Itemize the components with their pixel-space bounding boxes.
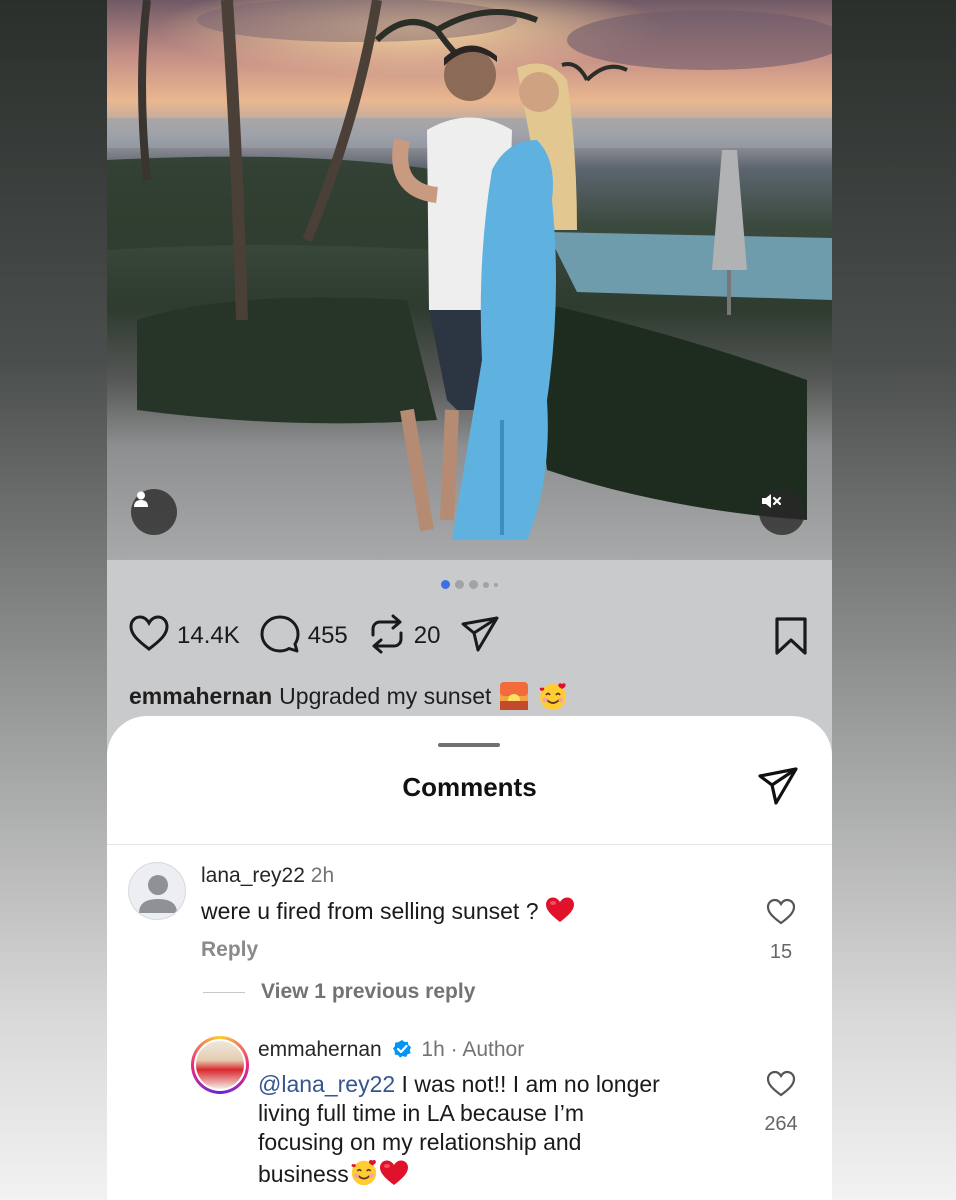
comment-header: lana_rey22 2h [201,864,334,888]
carousel-dot [483,581,489,588]
comment-body-line: living full time in LA because I’m [258,1100,584,1126]
comment-like-count: 15 [769,941,793,963]
comment-text: @lana_rey22 I was not!! I am no longer l… [258,1070,718,1194]
save-button[interactable] [774,616,808,661]
comment-body-line: I was not!! I am no longer [395,1071,660,1097]
post-photo[interactable] [107,0,832,560]
carousel-dot [494,582,498,587]
author-label: Author [462,1038,525,1061]
comment-body-line: focusing on my relationship and [258,1129,582,1155]
comment-like-button[interactable]: 264 [756,1070,806,1136]
reply-button[interactable]: Reply [201,938,258,962]
verified-badge-icon [392,1039,412,1065]
smiling-face-with-hearts-emoji [349,1157,379,1194]
comments-sheet: Comments lana_rey22 2h were u fired from… [107,716,832,1200]
bookmark-icon [774,617,808,660]
carousel-dot-active [441,580,450,589]
heart-icon [766,898,796,931]
author-avatar[interactable] [191,1036,249,1094]
post-screen: 14.4K 455 20 emmahernan Upgraded my suns… [107,0,832,1200]
comment-time: 1h [421,1038,445,1061]
comment-text: were u fired from selling sunset ? [201,896,575,931]
repost-button[interactable]: 20 [368,614,441,659]
tag-people-button[interactable] [131,489,177,535]
caption-text: Upgraded my sunset [279,682,492,709]
audio-mute-button[interactable] [759,489,805,535]
sheet-title: Comments [402,772,537,802]
comment-time: 2h [310,864,335,887]
profile-photo [196,1041,244,1089]
divider [107,844,832,845]
post-action-bar: 14.4K 455 20 [129,614,520,659]
repost-icon [368,614,406,659]
comment-like-button[interactable]: 15 [756,898,806,964]
comment-body-line: business [258,1161,349,1187]
carousel-indicator [107,580,832,589]
share-button[interactable] [460,615,500,658]
view-previous-replies[interactable]: View 1 previous reply [203,980,475,1004]
mention-link[interactable]: @lana_rey22 [258,1071,395,1097]
sunset-couple-photo [107,0,832,540]
separator-dot: · [450,1038,458,1061]
like-button[interactable]: 14.4K [129,614,240,658]
comment-button[interactable]: 455 [260,614,348,659]
like-count: 14.4K [177,622,240,649]
view-replies-label: View 1 previous reply [261,980,476,1003]
caption-username[interactable]: emmahernan [129,683,272,710]
paper-plane-icon [757,767,799,810]
smiling-face-with-hearts-emoji [537,680,569,712]
carousel-dot [455,580,464,589]
repost-count: 20 [413,622,441,649]
red-heart-emoji [545,896,575,931]
default-avatar-icon [139,875,177,913]
red-heart-emoji [379,1159,409,1194]
heart-icon [766,1070,796,1103]
comment-header: emmahernan 1h · Author [258,1038,524,1065]
paper-plane-icon [460,615,500,658]
thread-line [203,991,245,993]
comment-like-count: 264 [764,1113,798,1135]
comment-body: were u fired from selling sunset ? [201,898,539,924]
comment-bubble-icon [260,614,300,659]
comment-username[interactable]: emmahernan [258,1038,382,1061]
post-caption: emmahernan Upgraded my sunset [129,680,569,712]
comment-username[interactable]: lana_rey22 [201,864,305,887]
sheet-grabber[interactable] [438,743,500,747]
share-comments-button[interactable] [757,766,799,811]
comment-count: 455 [307,622,348,649]
avatar[interactable] [128,862,186,920]
carousel-dot [469,580,478,589]
heart-icon [129,614,169,658]
sunset-emoji [499,681,529,711]
